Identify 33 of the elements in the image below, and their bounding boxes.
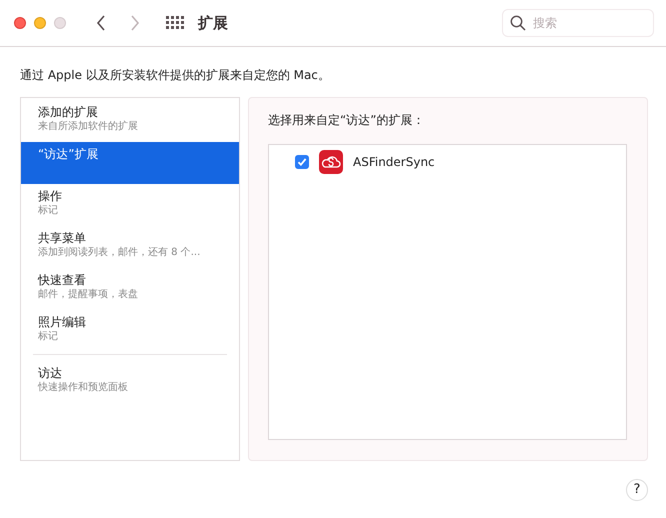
checkbox[interactable] [295,155,309,169]
sidebar-item[interactable]: 访达 快速操作和预览面板 [21,361,239,403]
item-title: 访达 [38,365,63,381]
item-title: 快速查看 [38,272,87,288]
item-subtitle: 快速操作和预览面板 [38,381,129,395]
item-subtitle: 邮件，提醒事项，表盘 [38,288,139,302]
window-title: 扩展 [198,14,228,32]
grid-icon[interactable] [166,16,184,30]
sidebar-item[interactable]: 添加的扩展 来自所添加软件的扩展 [21,100,239,142]
close-button[interactable] [14,17,26,29]
item-subtitle: 来自所添加软件的扩展 [38,120,139,134]
extension-name: ASFinderSync [353,155,435,169]
item-title: 操作 [38,188,63,204]
search-field[interactable]: 搜索 [502,9,654,37]
description-text: 通过 Apple 以及所安装软件提供的扩展来自定您的 Mac。 [19,67,331,84]
sidebar-item[interactable]: 共享菜单 添加到阅读列表，邮件，还有 8 个... [21,226,239,268]
item-title: “访达”扩展 [38,146,100,162]
item-subtitle: 添加到阅读列表，邮件，还有 8 个... [38,246,202,260]
item-subtitle: 标记 [38,204,59,218]
back-icon[interactable] [96,15,106,31]
item-title: 共享菜单 [38,230,87,246]
cloud-app-icon [319,150,343,174]
search-icon [510,15,526,31]
item-subtitle: 标记 [38,330,59,344]
help-button[interactable]: ? [626,478,648,500]
detail-heading: 选择用来自定“访达”的扩展： [268,112,426,129]
sidebar-item[interactable]: “访达”扩展 [21,142,239,184]
minimize-button[interactable] [34,17,46,29]
item-title: 照片编辑 [38,314,87,330]
sidebar-item[interactable]: 照片编辑 标记 [21,310,239,352]
sidebar-item[interactable]: 快速查看 邮件，提醒事项，表盘 [21,268,239,310]
sidebar-item[interactable]: 操作 标记 [21,184,239,226]
item-title: 添加的扩展 [38,104,99,120]
